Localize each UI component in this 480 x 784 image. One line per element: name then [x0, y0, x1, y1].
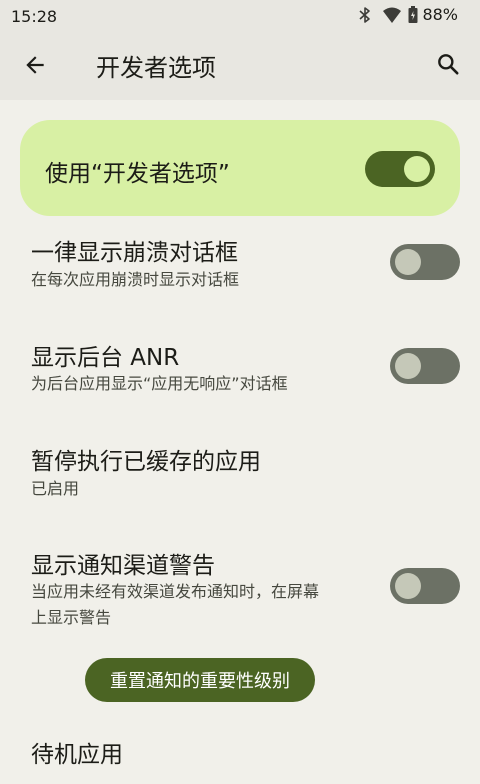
battery-percent: 88% — [422, 5, 458, 24]
pref-title: 暂停执行已缓存的应用 — [31, 449, 261, 475]
toggle-thumb — [395, 249, 421, 275]
developer-options-master-switch[interactable]: 使用“开发者选项” — [20, 120, 460, 216]
status-icons: 88% — [358, 5, 458, 24]
pref-summary: 已启用 — [31, 479, 80, 498]
toggle-thumb — [395, 573, 421, 599]
back-button[interactable] — [18, 50, 52, 84]
status-time: 15:28 — [11, 7, 58, 26]
toggle-thumb — [404, 156, 430, 182]
master-switch-label: 使用“开发者选项” — [45, 161, 230, 187]
pref-summary: 在每次应用崩溃时显示对话框 — [31, 270, 240, 289]
search-button[interactable] — [430, 48, 466, 84]
pref-summary-line2: 上显示警告 — [31, 608, 112, 627]
crash-dialog-toggle[interactable] — [390, 244, 460, 280]
pref-summary: 为后台应用显示“应用无响应”对话框 — [31, 374, 288, 393]
reset-notification-importance-button[interactable]: 重置通知的重要性级别 — [85, 658, 315, 702]
wifi-icon — [382, 6, 402, 24]
arrow-back-icon — [22, 52, 48, 82]
channel-warnings-toggle[interactable] — [390, 568, 460, 604]
status-bar: 15:28 88% — [0, 0, 480, 32]
bluetooth-icon — [358, 6, 372, 24]
app-bar: 开发者选项 — [0, 32, 480, 100]
toggle-thumb — [395, 353, 421, 379]
pref-title: 一律显示崩溃对话框 — [31, 240, 238, 266]
battery-icon — [408, 5, 418, 24]
search-icon — [435, 51, 461, 81]
background-anr-toggle[interactable] — [390, 348, 460, 384]
master-toggle[interactable] — [365, 151, 435, 187]
pref-title: 显示后台 ANR — [31, 345, 180, 371]
pref-title: 待机应用 — [31, 742, 123, 768]
page-title: 开发者选项 — [96, 54, 216, 82]
pref-summary-line1: 当应用未经有效渠道发布通知时，在屏幕 — [31, 582, 320, 601]
pref-title: 显示通知渠道警告 — [31, 553, 215, 579]
